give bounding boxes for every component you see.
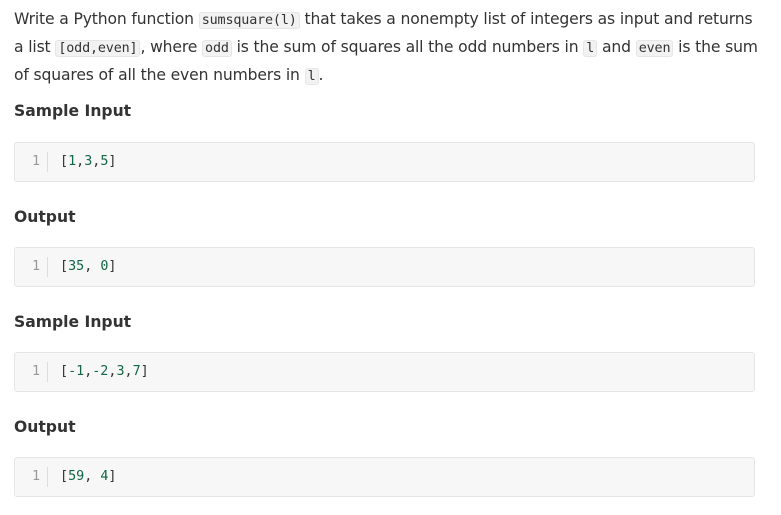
inline-code-list: l xyxy=(583,40,598,57)
sample-input-heading: Sample Input xyxy=(14,313,132,331)
line-number: 1 xyxy=(15,467,48,487)
line-number: 1 xyxy=(15,152,48,172)
number-token: 3 xyxy=(84,154,93,169)
inline-code-odd: odd xyxy=(202,40,232,57)
desc-text: , where xyxy=(140,38,203,56)
number-token: 3 xyxy=(116,364,125,379)
number-token: 0 xyxy=(100,259,109,274)
desc-text: . xyxy=(318,66,324,84)
desc-text: and xyxy=(597,38,636,56)
sample-input-code-block[interactable]: 1 [1,3,5] xyxy=(14,142,755,182)
inline-code-return: [odd,even] xyxy=(55,40,141,57)
problem-content: Write a Python function sumsquare(l) tha… xyxy=(14,6,759,497)
inline-code-even: even xyxy=(635,40,674,57)
code-line: [1,3,5] xyxy=(60,154,117,169)
output-heading: Output xyxy=(14,208,76,226)
number-token: -1 xyxy=(68,364,85,379)
code-line: [-1,-2,3,7] xyxy=(60,364,149,379)
desc-text: Write a Python function xyxy=(14,10,199,28)
line-number: 1 xyxy=(15,257,48,277)
number-token: 1 xyxy=(68,154,77,169)
inline-code-list: l xyxy=(304,68,319,85)
code-line: [35, 0] xyxy=(60,259,117,274)
number-token: 4 xyxy=(100,469,109,484)
number-token: 7 xyxy=(132,364,141,379)
output-heading: Output xyxy=(14,418,76,436)
sample-input-heading: Sample Input xyxy=(14,102,132,120)
output-code-block[interactable]: 1 [35, 0] xyxy=(14,247,755,287)
inline-code-function: sumsquare(l) xyxy=(198,12,300,29)
number-token: 5 xyxy=(100,154,109,169)
sample-input-code-block[interactable]: 1 [-1,-2,3,7] xyxy=(14,352,755,392)
problem-description: Write a Python function sumsquare(l) tha… xyxy=(14,6,759,90)
number-token: -2 xyxy=(92,364,109,379)
line-number: 1 xyxy=(15,362,48,382)
number-token: 59 xyxy=(68,469,85,484)
output-code-block[interactable]: 1 [59, 4] xyxy=(14,457,755,497)
desc-text: is the sum of squares all the odd number… xyxy=(231,38,584,56)
code-line: [59, 4] xyxy=(60,469,117,484)
number-token: 35 xyxy=(68,259,85,274)
